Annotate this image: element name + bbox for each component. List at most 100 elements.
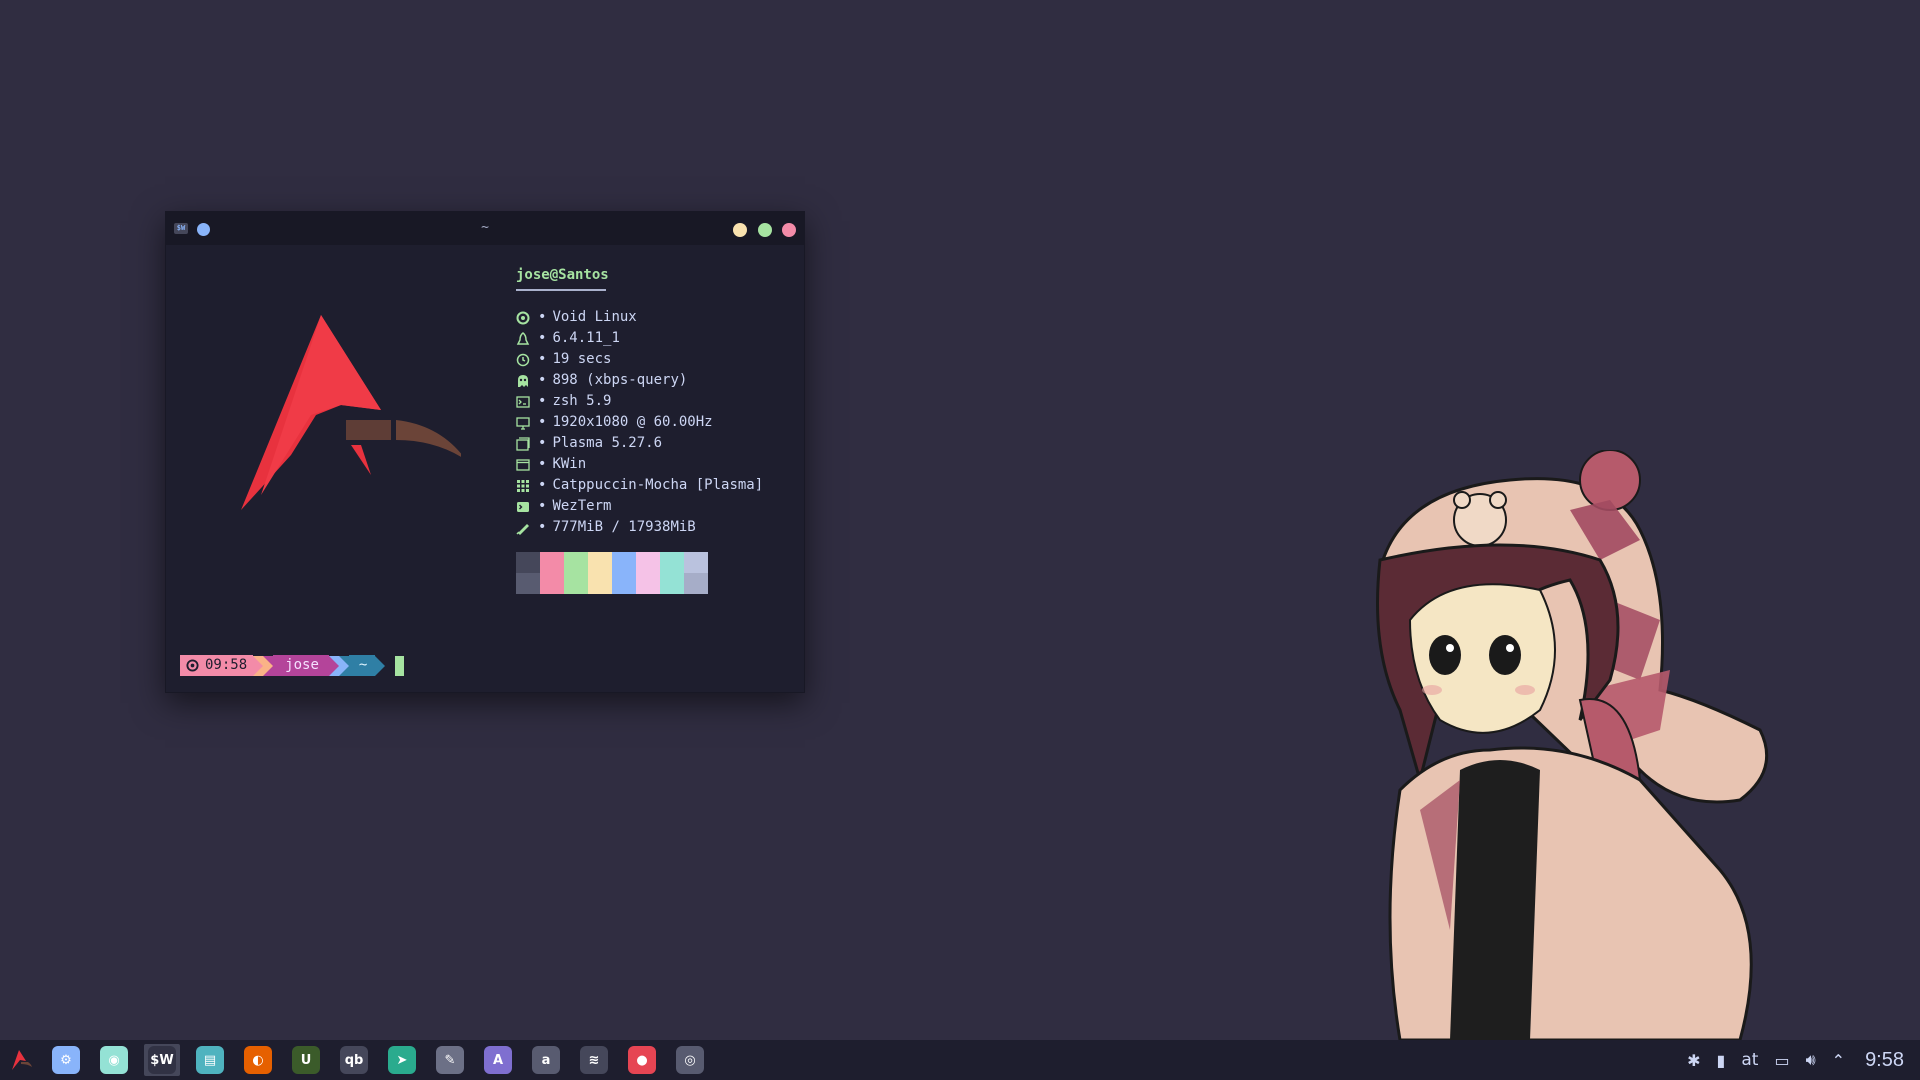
bullet: •	[538, 435, 547, 451]
taskbar: ⚙ ◉ $W ▤ ◐ Uqb ➤ ✎ Aa ≋ ● ◎ ✱ ▮ at ▭ 🔊︎ ⌃ 9:58	[0, 1040, 1920, 1080]
prompt-time: 09:58	[205, 657, 248, 673]
prompt-time-segment: 09:58	[180, 655, 254, 676]
terminal-title: ~	[481, 220, 489, 235]
info-text: Plasma 5.27.6	[552, 435, 663, 451]
taskbar-app[interactable]: a	[528, 1044, 564, 1076]
bullet: •	[538, 456, 547, 472]
text-cursor[interactable]	[395, 655, 405, 676]
anki-icon[interactable]: a	[532, 1046, 560, 1074]
minimize-button[interactable]	[733, 223, 747, 237]
wallpaper-character-art	[1376, 450, 1769, 1040]
info-terminal: • WezTerm	[516, 496, 763, 517]
audio-app-icon[interactable]: ≋	[580, 1046, 608, 1074]
color-palette	[516, 552, 708, 594]
info-text: 6.4.11_1	[552, 330, 620, 346]
taskbar-app[interactable]: ➤	[384, 1044, 420, 1076]
terminal-window[interactable]: $W ~ jose@Santos • Void Linux • 6.4.11_1…	[165, 211, 805, 693]
taskbar-app[interactable]: $W	[144, 1044, 180, 1076]
desktop-env-icon	[516, 436, 530, 451]
bluetooth-icon[interactable]: ✱	[1687, 1051, 1700, 1070]
distro-logo-icon	[241, 315, 461, 510]
taskbar-app[interactable]: ●	[624, 1044, 660, 1076]
taskbar-app[interactable]: ▤	[192, 1044, 228, 1076]
taskbar-app[interactable]: A	[480, 1044, 516, 1076]
usb-drive-icon[interactable]: ▮	[1717, 1051, 1726, 1070]
color-swatch	[516, 552, 540, 594]
void-icon	[186, 659, 199, 672]
disks-icon[interactable]: ◎	[676, 1046, 704, 1074]
info-shell: • zsh 5.9	[516, 391, 763, 412]
terminal-titlebar[interactable]: $W ~	[166, 212, 804, 245]
taskbar-app[interactable]: ◐	[240, 1044, 276, 1076]
file-manager-icon[interactable]: ▤	[196, 1046, 224, 1074]
color-swatch	[588, 552, 612, 594]
maximize-button[interactable]	[758, 223, 772, 237]
firefox-icon[interactable]: ◐	[244, 1046, 272, 1074]
info-text: Catppuccin-Mocha [Plasma]	[552, 477, 764, 493]
bullet: •	[538, 477, 547, 493]
volume-icon[interactable]: 🔊︎	[1806, 1050, 1816, 1070]
close-button[interactable]	[782, 223, 796, 237]
taskbar-app[interactable]: ≋	[576, 1044, 612, 1076]
bullet: •	[538, 351, 547, 367]
color-swatch	[636, 552, 660, 594]
window-manager-icon	[516, 458, 530, 471]
shell-prompt: 09:58 jose ~	[180, 655, 405, 676]
wezterm-icon[interactable]: $W	[148, 1046, 176, 1074]
bullet: •	[538, 414, 547, 430]
ghost-package-icon	[518, 374, 528, 387]
ghost-app-icon[interactable]: ◉	[100, 1046, 128, 1074]
prompt-user-segment: jose	[273, 655, 329, 676]
gimp-icon[interactable]: ✎	[436, 1046, 464, 1074]
separator-line	[516, 289, 606, 291]
memory-icon	[516, 523, 529, 535]
taskbar-app[interactable]: qb	[336, 1044, 372, 1076]
color-swatch	[684, 552, 708, 594]
bullet: •	[538, 498, 547, 514]
chevron-up-icon[interactable]: ⌃	[1832, 1051, 1845, 1070]
terminal-icon	[517, 501, 529, 512]
info-text: KWin	[552, 456, 587, 472]
upscayl-icon[interactable]: U	[292, 1046, 320, 1074]
user-host: jose@Santos	[516, 267, 609, 283]
taskbar-app[interactable]: ◎	[672, 1044, 708, 1076]
taskbar-app[interactable]: ◉	[96, 1044, 132, 1076]
bullet: •	[538, 309, 547, 325]
prompt-arrow	[338, 655, 349, 676]
taskbar-app[interactable]: U	[288, 1044, 324, 1076]
terminal-output[interactable]: jose@Santos • Void Linux • 6.4.11_1 • 19…	[166, 245, 804, 692]
color-swatch	[564, 552, 588, 594]
monitor-icon	[516, 416, 530, 430]
clock-icon	[516, 353, 530, 366]
bullet: •	[538, 330, 547, 346]
font-app-icon[interactable]: A	[484, 1046, 512, 1074]
system-settings-icon[interactable]: ⚙	[52, 1046, 80, 1074]
color-swatch	[612, 552, 636, 594]
prompt-arrow	[375, 655, 386, 676]
taskbar-app[interactable]: ✎	[432, 1044, 468, 1076]
clock[interactable]: 9:58	[1865, 1049, 1904, 1072]
linux-penguin-icon	[516, 331, 530, 345]
bullet: •	[538, 393, 547, 409]
info-kernel: • 6.4.11_1	[516, 328, 763, 349]
qbittorrent-icon[interactable]: qb	[340, 1046, 368, 1074]
system-info-list: • Void Linux • 6.4.11_1 • 19 secs • 898 …	[516, 307, 763, 538]
void-icon	[516, 311, 530, 324]
info-text: zsh 5.9	[552, 393, 612, 409]
info-text: WezTerm	[552, 498, 612, 514]
color-swatch	[660, 552, 684, 594]
info-wm: • KWin	[516, 454, 763, 475]
info-memory: • 777MiB / 17938MiB	[516, 517, 763, 538]
desktop: $W ~ jose@Santos • Void Linux • 6.4.11_1…	[0, 0, 1920, 1040]
screen-recorder-icon[interactable]: ●	[628, 1046, 656, 1074]
shell-icon	[516, 395, 530, 408]
prompt-arrow	[253, 655, 264, 676]
prompt-dir-segment: ~	[348, 655, 376, 676]
taskbar-app[interactable]: ⚙	[48, 1044, 84, 1076]
telegram-icon[interactable]: ➤	[388, 1046, 416, 1074]
keyboard-layout[interactable]: at	[1741, 1050, 1758, 1070]
network-icon[interactable]: ▭	[1774, 1051, 1789, 1070]
bullet: •	[538, 372, 547, 388]
info-text: Void Linux	[552, 309, 637, 325]
app-launcher-icon[interactable]	[8, 1048, 32, 1072]
